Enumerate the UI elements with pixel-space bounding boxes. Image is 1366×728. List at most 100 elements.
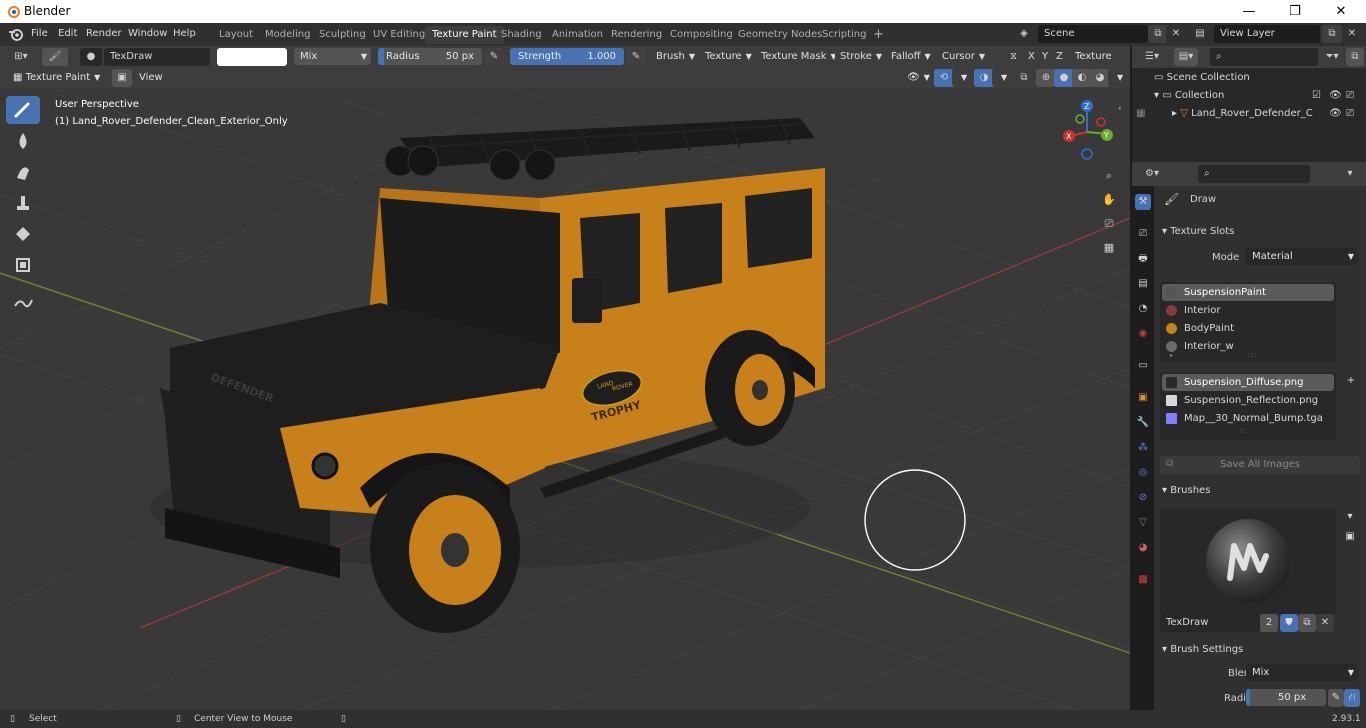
annotate-tool[interactable] bbox=[6, 288, 40, 316]
new-scene-icon[interactable]: ⧉ bbox=[1148, 25, 1168, 43]
strength-pressure-icon[interactable]: ✎ bbox=[626, 48, 646, 66]
tab-uv-editing[interactable]: UV Editing bbox=[366, 26, 432, 44]
camera-icon[interactable]: ⎚ bbox=[1099, 214, 1119, 234]
editor-type-icon[interactable]: ⊞▾ bbox=[8, 48, 34, 66]
resize-grip-icon[interactable]: ∷∷ bbox=[1238, 428, 1246, 435]
cursor-menu[interactable]: Cursor ▼ bbox=[937, 48, 991, 65]
scene-name-field[interactable]: Scene bbox=[1038, 25, 1148, 43]
tab-sculpting[interactable]: Sculpting bbox=[312, 26, 373, 44]
list-item[interactable]: Interior bbox=[1162, 302, 1334, 319]
maximize-button[interactable]: ❐ bbox=[1272, 0, 1318, 23]
3d-viewport[interactable]: DEFENDER LAND ROVER TROPHY Z X Y User Pe… bbox=[0, 88, 1130, 710]
visibility-icon[interactable]: 👁 ▼ bbox=[902, 69, 935, 86]
new-collection-icon[interactable]: ⧉ bbox=[1346, 48, 1364, 66]
view-menu[interactable]: View bbox=[134, 69, 168, 86]
world-tab-icon[interactable]: ◉ bbox=[1135, 326, 1151, 342]
navigation-gizmo[interactable]: Z X Y bbox=[1063, 100, 1113, 160]
menu-file[interactable]: File bbox=[31, 28, 48, 39]
properties-editor-icon[interactable]: ⚙▾ bbox=[1140, 165, 1164, 183]
pan-hand-icon[interactable]: ✋ bbox=[1099, 190, 1119, 210]
properties-search-input[interactable]: ⌕ bbox=[1198, 165, 1310, 183]
outliner-collection[interactable]: ▾ ▭ Collection ☑ 👁 ⎚ bbox=[1132, 87, 1366, 105]
camera-render-icon[interactable]: ⎚ bbox=[1346, 105, 1354, 123]
view-layer-icon[interactable]: ▤ bbox=[1190, 25, 1210, 43]
texture-slots-popover[interactable]: Texture Slots bbox=[1070, 48, 1130, 79]
slot-mode-dropdown[interactable]: Material ▼ bbox=[1246, 248, 1358, 265]
radius-pressure-icon[interactable]: ✎ bbox=[484, 48, 504, 66]
render-tab-icon[interactable]: ⎚ bbox=[1135, 226, 1151, 242]
clone-tool[interactable] bbox=[6, 189, 40, 217]
save-all-images-button[interactable]: Save All Images bbox=[1160, 456, 1360, 474]
camera-render-icon[interactable]: ⎚ bbox=[1346, 87, 1354, 105]
mirror-z-button[interactable]: Z bbox=[1051, 48, 1068, 65]
brush-settings-section[interactable]: ▾ Brush Settings bbox=[1154, 640, 1366, 660]
blender-menu-icon[interactable] bbox=[8, 27, 24, 41]
properties-options-icon[interactable]: ▾ bbox=[1340, 165, 1360, 183]
gizmo-icon[interactable]: ⟲ bbox=[934, 69, 954, 87]
expand-arrow-icon[interactable]: ▸ bbox=[1170, 352, 1173, 359]
symmetry-icon[interactable]: ⧖ bbox=[1005, 48, 1023, 65]
radius-slider[interactable]: Radius 50 px bbox=[378, 48, 482, 65]
brush-name-field[interactable]: TexDraw bbox=[1160, 614, 1260, 632]
view-layer-tab-icon[interactable]: ▤ bbox=[1135, 276, 1151, 292]
tab-rendering[interactable]: Rendering bbox=[604, 26, 669, 44]
minimize-button[interactable]: — bbox=[1226, 0, 1272, 23]
brush-icon-options[interactable]: ▣ bbox=[1340, 528, 1360, 546]
solid-shading-icon[interactable]: ● bbox=[1054, 69, 1074, 87]
list-item[interactable]: SuspensionPaint bbox=[1162, 284, 1334, 301]
tab-compositing[interactable]: Compositing bbox=[663, 26, 740, 44]
sidebar-toggle-icon[interactable]: ‹ bbox=[1118, 104, 1122, 114]
close-button[interactable]: ✕ bbox=[1318, 0, 1364, 23]
brush-browse-dropdown[interactable]: ▾ bbox=[1340, 508, 1360, 526]
soften-tool[interactable] bbox=[6, 127, 40, 155]
menu-render[interactable]: Render bbox=[86, 28, 122, 39]
resize-grip-icon[interactable]: ∷∷ bbox=[1248, 352, 1256, 359]
grid-view-icon[interactable]: ▦ bbox=[1099, 238, 1119, 258]
brushes-section[interactable]: ▾ Brushes bbox=[1154, 481, 1366, 501]
particles-tab-icon[interactable]: ⁂ bbox=[1135, 440, 1151, 456]
zoom-icon[interactable]: ⌕ bbox=[1099, 166, 1119, 186]
stroke-menu[interactable]: Stroke ▼ bbox=[835, 48, 888, 65]
tab-scripting[interactable]: Scripting bbox=[815, 26, 873, 44]
duplicate-brush-icon[interactable]: ⧉ bbox=[1298, 614, 1316, 632]
unlink-brush-icon[interactable]: ✕ bbox=[1316, 614, 1334, 632]
wireframe-shading-icon[interactable]: ⊕ bbox=[1036, 69, 1056, 87]
xray-icon[interactable]: ⧉ bbox=[1014, 69, 1034, 87]
menu-help[interactable]: Help bbox=[173, 28, 196, 39]
checkbox-icon[interactable]: ☑ bbox=[1312, 87, 1321, 105]
outliner-scene-collection[interactable]: ▭ Scene Collection bbox=[1132, 69, 1366, 87]
shading-dropdown-icon[interactable]: ▼ bbox=[1108, 69, 1129, 86]
texture-tab-icon[interactable]: ▩ bbox=[1135, 572, 1151, 588]
new-view-layer-icon[interactable]: ⧉ bbox=[1322, 25, 1342, 43]
brush-preview[interactable] bbox=[1160, 508, 1336, 614]
fill-tool[interactable] bbox=[6, 220, 40, 248]
radius-pressure-icon[interactable]: ✎ bbox=[1328, 689, 1344, 707]
add-texture-button[interactable]: + bbox=[1342, 372, 1360, 390]
gizmo-dropdown-icon[interactable]: ▼ bbox=[952, 69, 973, 86]
radius-setting-slider[interactable]: 50 px bbox=[1246, 689, 1326, 706]
scene-selector-icon[interactable]: ◈ bbox=[1014, 25, 1034, 43]
tab-texture-paint[interactable]: Texture Paint bbox=[425, 26, 504, 44]
brush-name-field[interactable]: TexDraw bbox=[104, 48, 210, 66]
display-mode-icon[interactable]: ▤▾ bbox=[1174, 48, 1198, 66]
overlays-dropdown-icon[interactable]: ▼ bbox=[992, 69, 1013, 86]
strength-slider[interactable]: Strength 1.000 bbox=[510, 48, 624, 65]
tab-animation[interactable]: Animation bbox=[545, 26, 610, 44]
draw-tool[interactable] bbox=[6, 96, 40, 124]
material-shading-icon[interactable]: ◐ bbox=[1072, 69, 1092, 87]
overlays-icon[interactable]: ◑ bbox=[974, 69, 994, 87]
physics-tab-icon[interactable]: ◎ bbox=[1135, 465, 1151, 481]
blend-dropdown[interactable]: Mix ▼ bbox=[1246, 664, 1358, 681]
add-workspace-button[interactable]: + bbox=[866, 26, 891, 44]
face-mask-icon[interactable]: ▣ bbox=[112, 69, 132, 87]
delete-scene-icon[interactable]: ✕ bbox=[1166, 25, 1186, 43]
mode-selector[interactable]: ▦ Texture Paint ▼ bbox=[8, 69, 106, 86]
texture-menu[interactable]: Texture ▼ bbox=[700, 48, 757, 65]
brush-color-swatch[interactable] bbox=[217, 48, 287, 66]
delete-view-layer-icon[interactable]: ✕ bbox=[1342, 25, 1362, 43]
data-tab-icon[interactable]: ▽ bbox=[1135, 515, 1151, 531]
texture-slots-section[interactable]: ▾ Texture Slots bbox=[1154, 222, 1366, 242]
outliner-object-row[interactable]: ▸ ▽ Land_Rover_Defender_C 👁 ⎚ bbox=[1132, 105, 1366, 123]
eye-icon[interactable]: 👁 bbox=[1329, 87, 1342, 105]
output-tab-icon[interactable]: 🖶 bbox=[1135, 251, 1151, 267]
